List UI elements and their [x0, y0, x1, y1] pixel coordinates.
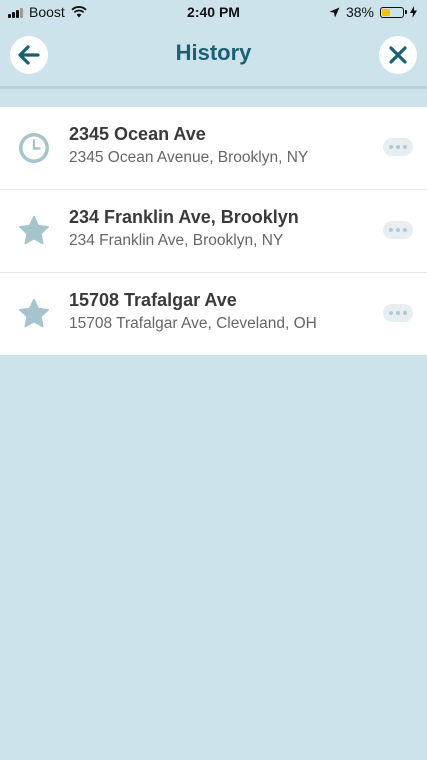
history-list: 2345 Ocean Ave 2345 Ocean Avenue, Brookl…	[0, 107, 427, 355]
more-options-button[interactable]	[383, 138, 413, 156]
star-icon	[19, 215, 49, 245]
history-item-address: 15708 Trafalgar Ave, Cleveland, OH	[69, 315, 317, 332]
ellipsis-icon	[389, 228, 393, 232]
history-item[interactable]: 2345 Ocean Ave 2345 Ocean Avenue, Brookl…	[0, 107, 427, 190]
history-item-name: 15708 Trafalgar Ave	[69, 290, 237, 310]
status-right: 38%	[329, 4, 417, 20]
history-item-address: 234 Franklin Ave, Brooklyn, NY	[69, 232, 284, 249]
page-title: History	[175, 40, 252, 65]
status-bar: Boost 2:40 PM 38%	[0, 0, 427, 24]
clock-icon	[19, 133, 49, 163]
star-icon	[19, 298, 49, 328]
ellipsis-icon	[389, 311, 393, 315]
header: History	[0, 24, 427, 88]
history-item[interactable]: 15708 Trafalgar Ave 15708 Trafalgar Ave,…	[0, 273, 427, 355]
ellipsis-icon	[389, 145, 393, 149]
charging-bolt-icon	[410, 6, 417, 18]
header-divider	[0, 86, 427, 89]
history-item[interactable]: 234 Franklin Ave, Brooklyn 234 Franklin …	[0, 190, 427, 273]
history-item-address: 2345 Ocean Avenue, Brooklyn, NY	[69, 149, 309, 166]
history-item-name: 234 Franklin Ave, Brooklyn	[69, 207, 299, 227]
close-button[interactable]	[379, 36, 417, 74]
location-arrow-icon	[329, 7, 340, 17]
close-icon	[389, 46, 407, 64]
battery-icon	[380, 6, 407, 18]
more-options-button[interactable]	[383, 221, 413, 239]
more-options-button[interactable]	[383, 304, 413, 322]
history-item-name: 2345 Ocean Ave	[69, 124, 206, 144]
battery-percent: 38%	[345, 4, 374, 20]
